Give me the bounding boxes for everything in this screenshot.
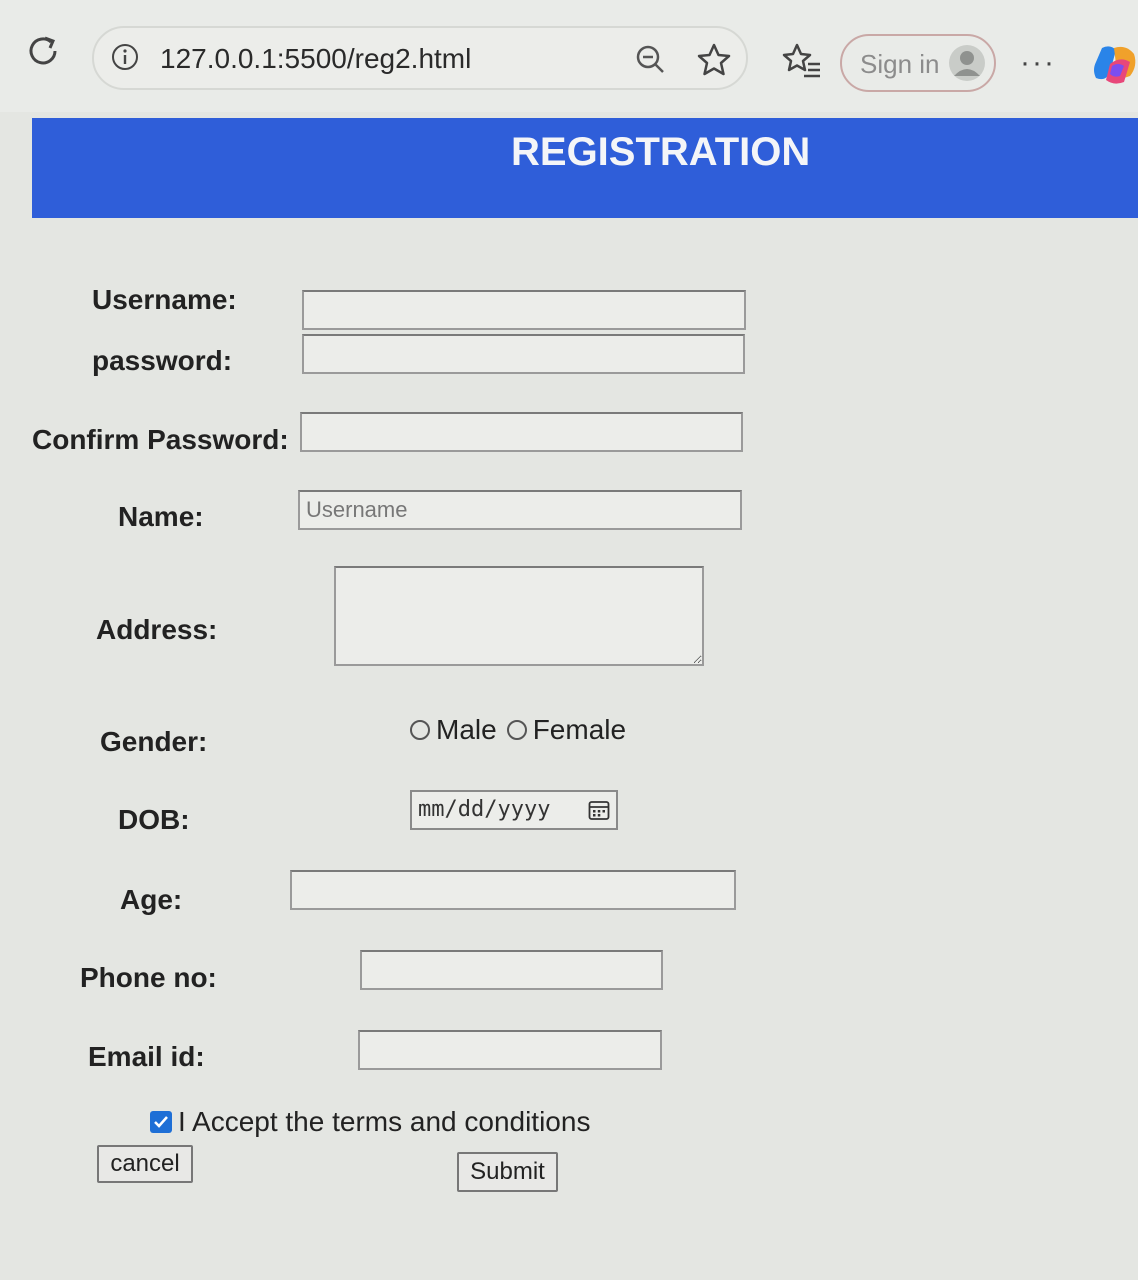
zoom-out-icon[interactable] (634, 43, 666, 75)
dob-placeholder: mm/dd/yyyy (418, 797, 551, 822)
submit-button[interactable]: Submit (457, 1152, 558, 1192)
email-label: Email id: (88, 1041, 205, 1072)
page-title: REGISTRATION (511, 130, 811, 174)
name-input[interactable] (298, 490, 742, 530)
url-text: 127.0.0.1:5500/reg2.html (160, 43, 472, 74)
female-radio-label: Female (532, 714, 627, 745)
age-input[interactable] (290, 870, 736, 910)
browser-toolbar: 127.0.0.1:5500/reg2.html Sign in ··· (0, 0, 1138, 112)
phone-label: Phone no: (80, 962, 217, 993)
copilot-icon[interactable] (1090, 42, 1138, 88)
star-icon[interactable] (696, 42, 732, 78)
age-label: Age: (120, 884, 183, 915)
password-label: password: (92, 345, 233, 376)
address-textarea[interactable] (334, 566, 704, 666)
email-input[interactable] (358, 1030, 662, 1070)
username-label: Username: (92, 284, 237, 315)
dob-label: DOB: (118, 804, 190, 835)
terms-label: I Accept the terms and conditions (178, 1106, 591, 1137)
gender-radio-group: Male Female (408, 714, 626, 746)
checkmark-icon (154, 1116, 168, 1128)
male-radio[interactable] (410, 720, 430, 740)
sign-in-button[interactable]: Sign in (840, 34, 996, 92)
avatar-icon (949, 45, 985, 81)
confirm-password-input[interactable] (300, 412, 743, 452)
female-radio[interactable] (506, 720, 527, 740)
address-bar[interactable]: 127.0.0.1:5500/reg2.html (92, 26, 748, 90)
gender-label: Gender: (100, 726, 208, 757)
more-menu-button[interactable]: ··· (1020, 46, 1056, 80)
confirm-password-label: Confirm Password: (32, 424, 289, 455)
terms-row: I Accept the terms and conditions (150, 1106, 590, 1138)
favorites-icon[interactable] (782, 42, 822, 80)
dob-date-input[interactable]: mm/dd/yyyy (410, 790, 618, 830)
cancel-button[interactable]: cancel (97, 1145, 193, 1183)
registration-banner: REGISTRATION (32, 118, 1138, 218)
info-icon[interactable] (110, 42, 140, 72)
terms-checkbox[interactable] (150, 1111, 172, 1133)
calendar-icon[interactable] (588, 799, 610, 821)
reload-icon[interactable] (26, 34, 60, 68)
sign-in-label: Sign in (860, 49, 940, 79)
name-label: Name: (118, 501, 204, 532)
username-input[interactable] (302, 290, 746, 330)
phone-input[interactable] (360, 950, 663, 990)
male-radio-label: Male (436, 714, 497, 745)
address-label: Address: (96, 614, 218, 645)
password-input[interactable] (302, 334, 745, 374)
